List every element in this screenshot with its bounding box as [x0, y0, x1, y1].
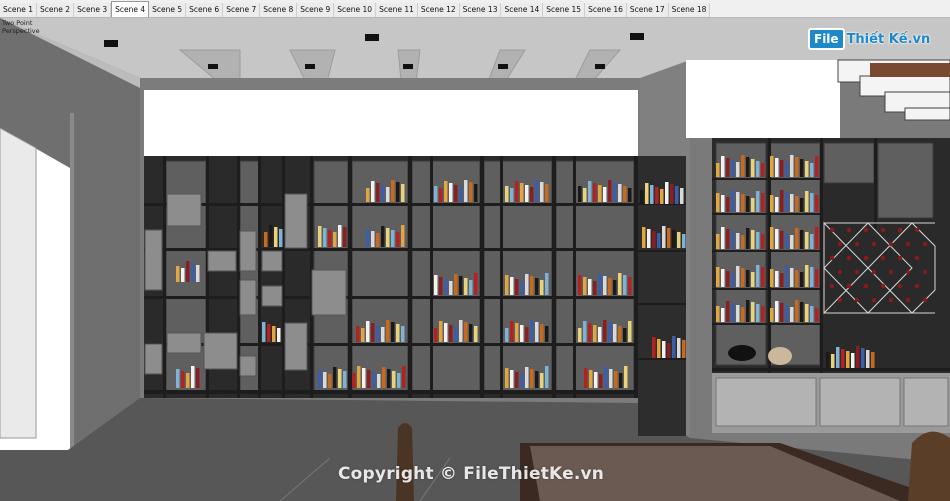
- copyright-watermark: Copyright © FileThietKe.vn: [338, 464, 605, 484]
- tab-scene-1[interactable]: Scene 1: [0, 3, 38, 17]
- tab-scene-11[interactable]: Scene 11: [376, 3, 418, 17]
- logo-badge: File: [808, 28, 845, 50]
- scene-tab-bar: Scene 1 Scene 2 Scene 3 Scene 4 Scene 5 Scene…: [0, 0, 950, 18]
- brand-logo: File Thiết Kế.vn: [808, 27, 930, 51]
- sketchup-viewport[interactable]: Two Point Perspective Copyright © FileTh…: [0, 18, 950, 501]
- tab-scene-10[interactable]: Scene 10: [334, 3, 377, 17]
- tab-scene-12[interactable]: Scene 12: [417, 3, 460, 17]
- tab-scene-14[interactable]: Scene 14: [501, 3, 544, 17]
- tab-scene-13[interactable]: Scene 13: [459, 3, 502, 17]
- tab-scene-15[interactable]: Scene 15: [543, 3, 586, 17]
- tab-scene-17[interactable]: Scene 17: [626, 3, 669, 17]
- tab-scene-5[interactable]: Scene 5: [149, 3, 187, 17]
- scene-render: [0, 18, 950, 501]
- tab-scene-8[interactable]: Scene 8: [260, 3, 298, 17]
- tab-scene-9[interactable]: Scene 9: [297, 3, 335, 17]
- camera-type-label: Two Point Perspective: [2, 19, 40, 35]
- tab-scene-18[interactable]: Scene 18: [668, 3, 711, 17]
- tab-scene-16[interactable]: Scene 16: [585, 3, 627, 17]
- tab-scene-6[interactable]: Scene 6: [186, 3, 224, 17]
- logo-text: Thiết Kế.vn: [846, 31, 931, 47]
- tab-scene-7[interactable]: Scene 7: [223, 3, 261, 17]
- tab-scene-3[interactable]: Scene 3: [74, 3, 112, 17]
- tab-scene-2[interactable]: Scene 2: [37, 3, 75, 17]
- tab-scene-4[interactable]: Scene 4: [111, 1, 150, 17]
